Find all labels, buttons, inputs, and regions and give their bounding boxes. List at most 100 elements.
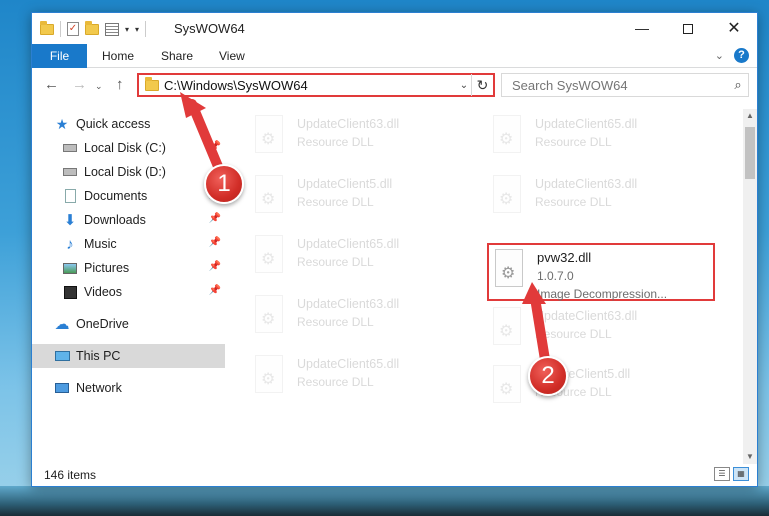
sidebar-item-downloads[interactable]: ⬇ Downloads 📌: [32, 208, 225, 232]
folder-icon: [145, 76, 159, 91]
pin-icon[interactable]: 📌: [209, 285, 221, 296]
pin-icon[interactable]: 📌: [209, 237, 221, 248]
address-bar[interactable]: C:\Windows\SysWOW64 ⌄ ↻: [137, 73, 495, 97]
desktop-background: [0, 486, 769, 516]
back-arrow-icon[interactable]: ←: [44, 76, 59, 93]
sidebar-item-label: OneDrive: [76, 317, 129, 331]
scroll-up-arrow-icon[interactable]: ▲: [743, 109, 757, 123]
highlighted-file-tile[interactable]: ⚙ pvw32.dll 1.0.7.0 Image Decompression.…: [487, 243, 715, 301]
sidebar-item-documents[interactable]: Documents 📌: [32, 184, 225, 208]
toolbar-divider: [145, 21, 147, 37]
sidebar-item-label: Network: [76, 381, 122, 395]
drive-icon: [62, 140, 78, 156]
window-title: SysWOW64: [174, 21, 245, 36]
documents-icon: [62, 188, 78, 204]
refresh-icon[interactable]: ↻: [471, 74, 493, 96]
navigation-pane: ★ Quick access Local Disk (C:) 📌 Local D…: [32, 109, 225, 464]
dll-file-icon: ⚙: [489, 113, 525, 157]
navigation-bar: ← → ⌄ ↑ C:\Windows\SysWOW64 ⌄ ↻ ⌕: [32, 71, 757, 101]
file-description: Resource DLL: [297, 315, 374, 329]
file-tile[interactable]: ⚙ UpdateClient63.dll Resource DLL: [251, 113, 481, 165]
maximize-button[interactable]: [665, 13, 711, 44]
tab-file[interactable]: File: [32, 44, 87, 68]
folder-icon[interactable]: [40, 20, 54, 35]
videos-icon: [62, 284, 78, 300]
pin-icon[interactable]: 📌: [209, 141, 221, 152]
sidebar-item-local-disk-c[interactable]: Local Disk (C:) 📌: [32, 136, 225, 160]
vertical-scrollbar[interactable]: ▲ ▼: [743, 109, 757, 464]
forward-arrow-icon[interactable]: →: [72, 76, 87, 93]
file-name: UpdateClient63.dll: [297, 297, 400, 311]
properties-icon[interactable]: [105, 22, 119, 36]
sidebar-item-label: Downloads: [84, 213, 146, 227]
search-input[interactable]: [512, 77, 728, 93]
file-list: ⚙ UpdateClient63.dll Resource DLL ⚙ Updat…: [229, 109, 742, 464]
details-view-icon[interactable]: ☰: [714, 467, 730, 481]
dll-file-icon: ⚙: [251, 113, 287, 157]
scrollbar-thumb[interactable]: [745, 127, 755, 179]
sidebar-item-quick-access[interactable]: ★ Quick access: [32, 112, 225, 136]
dll-file-icon: ⚙: [489, 305, 525, 349]
file-tile[interactable]: ⚙ UpdateClient63.dll Resource DLL: [251, 293, 481, 345]
step-2-badge: 2: [528, 356, 568, 396]
recent-locations-chevron-icon[interactable]: ⌄: [95, 81, 103, 92]
quick-access-toolbar: ✓ ▾ ▾: [40, 20, 147, 38]
tab-view[interactable]: View: [219, 44, 245, 68]
title-bar: ✓ ▾ ▾ SysWOW64 — ✕: [32, 13, 757, 44]
file-name: UpdateClient63.dll: [535, 309, 638, 323]
minimize-button[interactable]: —: [619, 13, 665, 44]
search-icon[interactable]: ⌕: [728, 77, 748, 93]
file-description: Resource DLL: [297, 135, 374, 149]
file-tile[interactable]: ⚙ UpdateClient65.dll Resource DLL: [489, 113, 719, 165]
sidebar-item-network[interactable]: Network: [32, 376, 225, 400]
music-icon: ♪: [66, 235, 74, 253]
file-tile[interactable]: ⚙ UpdateClient5.dll Resource DLL: [251, 173, 481, 225]
tab-share[interactable]: Share: [161, 44, 193, 68]
customize-toolbar-icon[interactable]: ▾: [135, 25, 139, 34]
search-box[interactable]: ⌕: [501, 73, 749, 97]
file-name: UpdateClient65.dll: [535, 117, 638, 131]
ribbon-tabs: File Home Share View ⌄ ?: [32, 44, 757, 68]
sidebar-item-label: Quick access: [76, 117, 151, 131]
sidebar-item-this-pc[interactable]: This PC: [32, 344, 225, 368]
sidebar-item-local-disk-d[interactable]: Local Disk (D:): [32, 160, 225, 184]
file-description: Resource DLL: [297, 195, 374, 209]
address-path[interactable]: C:\Windows\SysWOW64: [164, 78, 457, 93]
file-tile[interactable]: ⚙ UpdateClient65.dll Resource DLL: [251, 353, 481, 405]
file-tile[interactable]: ⚙ UpdateClient65.dll Resource DLL: [251, 233, 481, 285]
tiles-view-icon[interactable]: ▦: [733, 467, 749, 481]
computer-icon: [54, 348, 70, 364]
tab-home[interactable]: Home: [102, 44, 134, 68]
properties-check-icon[interactable]: ✓: [67, 22, 79, 36]
file-tile[interactable]: ⚙ UpdateClient63.dll Resource DLL: [489, 173, 719, 225]
ribbon-controls: ⌄ ?: [715, 48, 749, 63]
star-icon: ★: [55, 115, 69, 132]
expand-ribbon-icon[interactable]: ⌄: [715, 49, 724, 62]
file-description: Resource DLL: [297, 375, 374, 389]
sidebar-item-pictures[interactable]: Pictures 📌: [32, 256, 225, 280]
sidebar-item-music[interactable]: ♪ Music 📌: [32, 232, 225, 256]
file-description: Resource DLL: [535, 327, 612, 341]
pin-icon[interactable]: 📌: [209, 261, 221, 272]
up-arrow-icon[interactable]: ↑: [116, 76, 124, 93]
sidebar-item-videos[interactable]: Videos 📌: [32, 280, 225, 304]
file-tile[interactable]: ⚙ UpdateClient63.dll Resource DLL: [489, 305, 719, 357]
file-tile[interactable]: ⚙ UpdateClient5.dll Resource DLL: [489, 363, 719, 415]
toolbar-divider: [60, 21, 61, 37]
dll-file-icon: ⚙: [251, 353, 287, 397]
view-switcher: ☰ ▦: [714, 467, 749, 481]
file-name: UpdateClient63.dll: [297, 117, 400, 131]
maximize-icon: [683, 24, 693, 35]
download-icon: ⬇: [63, 212, 77, 229]
file-explorer-window: ✓ ▾ ▾ SysWOW64 — ✕ File Home Share View …: [31, 12, 758, 487]
item-count: 146 items: [44, 468, 97, 482]
close-button[interactable]: ✕: [711, 13, 757, 44]
pin-icon[interactable]: 📌: [209, 213, 221, 224]
new-folder-icon[interactable]: [85, 20, 99, 35]
chevron-down-icon[interactable]: ▾: [125, 25, 129, 34]
address-dropdown-icon[interactable]: ⌄: [457, 80, 471, 91]
sidebar-item-onedrive[interactable]: ☁ OneDrive: [32, 312, 225, 336]
file-description: Resource DLL: [535, 195, 612, 209]
help-icon[interactable]: ?: [734, 48, 749, 63]
sidebar-item-label: Local Disk (D:): [84, 165, 166, 179]
